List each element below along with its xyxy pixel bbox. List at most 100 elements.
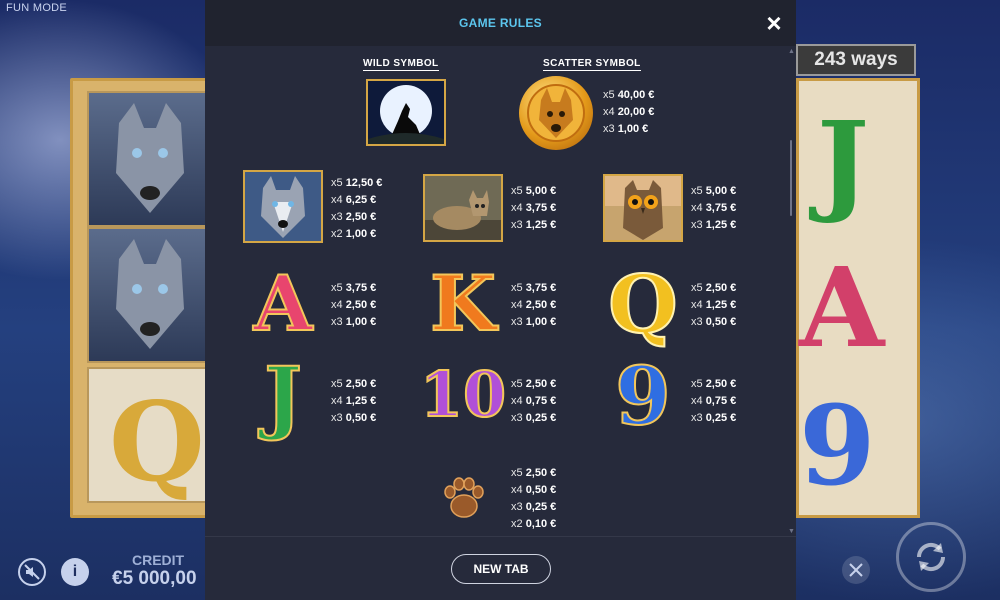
pay-value: 2,50 € [705, 378, 737, 390]
pay-mult: x3 [511, 316, 523, 328]
reel-q-symbol: Q [87, 367, 213, 506]
j-paytable: x5 2,50 € x4 1,25 € x3 0,50 € [331, 376, 376, 427]
pay-mult: x5 [511, 185, 523, 197]
rules-content[interactable]: WILD SYMBOL SCATTER SYMBOL x5 40,00 € x4… [205, 46, 796, 536]
pay-value: 1,00 € [345, 316, 377, 328]
pay-mult: x3 [511, 219, 523, 231]
scrollbar[interactable]: ▲ ▼ [788, 48, 795, 536]
pay-value: 0,50 € [705, 316, 737, 328]
q-paytable: x5 2,50 € x4 1,25 € x3 0,50 € [691, 280, 736, 331]
pay-value: 20,00 € [617, 106, 655, 118]
pay-value: 0,75 € [525, 395, 557, 407]
wild-symbol-heading: WILD SYMBOL [363, 58, 439, 71]
pay-value: 1,00 € [345, 228, 377, 240]
pay-value: 2,50 € [345, 299, 377, 311]
pay-value: 0,50 € [345, 412, 377, 424]
pay-value: 1,00 € [525, 316, 557, 328]
pay-value: 3,75 € [705, 202, 737, 214]
pay-mult: x5 [511, 282, 523, 294]
wolf-symbol-icon [243, 170, 323, 243]
autoplay-off-icon[interactable] [842, 556, 870, 584]
pay-mult: x5 [691, 378, 703, 390]
pay-value: 3,75 € [525, 202, 557, 214]
pay-mult: x5 [691, 282, 703, 294]
pay-mult: x5 [331, 282, 343, 294]
letter-j-symbol: J [263, 349, 303, 443]
pay-mult: x5 [603, 89, 615, 101]
wolf-coin-icon [519, 76, 593, 150]
number-9-symbol: 9 [614, 349, 672, 443]
a-paytable: x5 3,75 € x4 2,50 € x3 1,00 € [331, 280, 376, 331]
scroll-down-icon[interactable]: ▼ [788, 528, 795, 535]
pay-mult: x4 [691, 202, 703, 214]
credit-value: €5 000,00 [112, 568, 197, 589]
pay-mult: x4 [691, 299, 703, 311]
pay-mult: x3 [331, 211, 343, 223]
fun-mode-label: FUN MODE [6, 2, 68, 14]
pay-mult: x2 [331, 228, 343, 240]
pay-value: 0,10 € [525, 518, 557, 530]
pay-mult: x4 [331, 299, 343, 311]
pay-value: 2,50 € [345, 378, 377, 390]
pay-value: 12,50 € [345, 177, 383, 189]
letter-a-symbol: A [253, 259, 314, 348]
letter-k-symbol: K [429, 259, 497, 348]
new-tab-button[interactable]: NEW TAB [451, 554, 551, 584]
close-button[interactable]: × [760, 8, 788, 38]
number-10-symbol: 10 [419, 358, 507, 431]
pay-value: 0,25 € [525, 412, 557, 424]
pay-value: 3,75 € [525, 282, 557, 294]
pay-mult: x5 [331, 378, 343, 390]
pay-mult: x3 [691, 316, 703, 328]
ten-paytable: x5 2,50 € x4 0,75 € x3 0,25 € [511, 376, 556, 427]
pay-mult: x3 [331, 316, 343, 328]
pay-mult: x3 [603, 123, 615, 135]
pay-value: 0,25 € [525, 501, 557, 513]
sound-off-icon[interactable] [18, 558, 46, 586]
pay-value: 5,00 € [525, 185, 557, 197]
k-paytable: x5 3,75 € x4 2,50 € x3 1,00 € [511, 280, 556, 331]
modal-footer: NEW TAB [205, 536, 796, 600]
pay-mult: x4 [511, 299, 523, 311]
pay-mult: x3 [691, 412, 703, 424]
reel-wolf-symbol [87, 91, 213, 227]
pay-value: 0,75 € [705, 395, 737, 407]
pay-value: 0,50 € [525, 484, 557, 496]
scroll-up-icon[interactable]: ▲ [788, 48, 795, 55]
pay-mult: x4 [331, 194, 343, 206]
pay-value: 1,25 € [705, 299, 737, 311]
pay-mult: x4 [511, 484, 523, 496]
pay-mult: x2 [511, 518, 523, 530]
pay-value: 1,25 € [525, 219, 557, 231]
game-rules-modal: GAME RULES × WILD SYMBOL SCATTER SYMBOL … [205, 0, 796, 600]
pay-value: 5,00 € [705, 185, 737, 197]
lynx-paytable: x5 5,00 € x4 3,75 € x3 1,25 € [511, 183, 556, 234]
scatter-paytable: x5 40,00 € x4 20,00 € x3 1,00 € [603, 87, 654, 138]
pay-value: 2,50 € [525, 467, 557, 479]
owl-symbol-icon [603, 174, 683, 242]
pay-mult: x5 [331, 177, 343, 189]
pay-mult: x5 [511, 378, 523, 390]
pay-value: 40,00 € [617, 89, 655, 101]
reel-left: Q [70, 78, 213, 518]
info-icon[interactable]: i [61, 558, 89, 586]
pay-value: 6,25 € [345, 194, 377, 206]
pay-mult: x4 [331, 395, 343, 407]
nine-paytable: x5 2,50 € x4 0,75 € x3 0,25 € [691, 376, 736, 427]
scatter-symbol-heading: SCATTER SYMBOL [543, 58, 641, 71]
pay-value: 2,50 € [345, 211, 377, 223]
reel-wolf-symbol [87, 227, 213, 363]
ways-indicator: 243 ways [796, 44, 916, 76]
credit-label: CREDIT [132, 552, 185, 568]
modal-title: GAME RULES [458, 16, 542, 30]
howling-wolf-moon-icon [366, 79, 446, 146]
lynx-symbol-icon [423, 174, 503, 242]
letter-q-symbol: Q [607, 257, 679, 351]
owl-paytable: x5 5,00 € x4 3,75 € x3 1,25 € [691, 183, 736, 234]
pay-mult: x5 [691, 185, 703, 197]
scroll-thumb[interactable] [790, 140, 792, 216]
pay-value: 2,50 € [525, 299, 557, 311]
spin-button[interactable] [896, 522, 966, 592]
pay-value: 1,25 € [345, 395, 377, 407]
pay-mult: x4 [691, 395, 703, 407]
